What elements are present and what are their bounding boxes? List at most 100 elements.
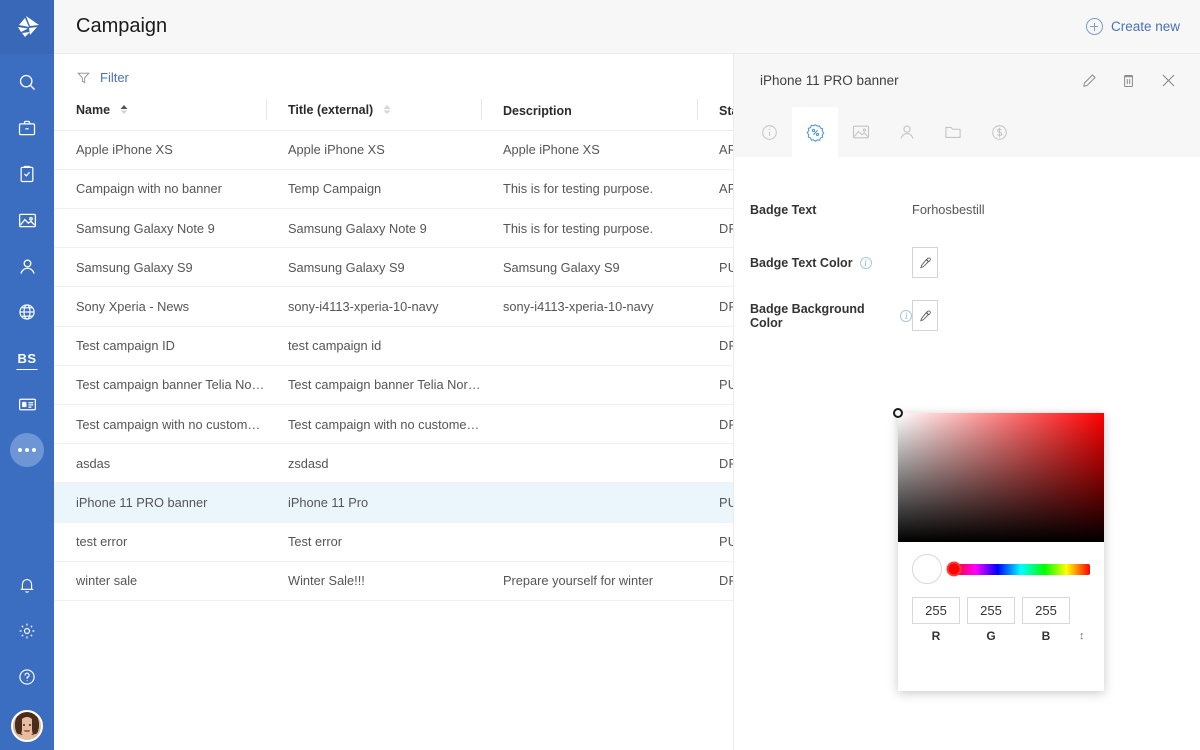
blue-input[interactable]: 255 — [1022, 597, 1070, 624]
campaign-name: Campaign with no banner — [54, 169, 266, 210]
campaign-title: Samsung Galaxy Note 9 — [266, 208, 481, 249]
column-header-description[interactable]: Description — [481, 97, 697, 131]
field-label-text: Badge Text Color — [750, 255, 853, 270]
tab-audience[interactable] — [884, 107, 930, 157]
dot — [18, 448, 22, 452]
saturation-value-cursor[interactable] — [893, 408, 903, 418]
sidebar-item-notifications[interactable] — [0, 562, 54, 608]
campaign-name: Samsung Galaxy S9 — [54, 247, 266, 288]
pencil-icon — [1083, 74, 1096, 87]
delete-button[interactable] — [1120, 72, 1137, 89]
campaign-name: asdas — [54, 443, 266, 484]
tab-files[interactable] — [930, 107, 976, 157]
tab-pricing[interactable] — [976, 107, 1022, 157]
column-label: Name — [76, 103, 111, 117]
sort-asc-icon — [120, 104, 128, 118]
campaign-title: Test error — [266, 522, 481, 562]
campaign-description: Prepare yourself for winter — [481, 561, 697, 601]
detail-panel: iPhone 11 PRO banner Badge Text Forhosbe… — [733, 54, 1200, 750]
green-input[interactable]: 255 — [967, 597, 1015, 624]
detail-panel-header: iPhone 11 PRO banner — [734, 54, 1200, 107]
campaign-name: Test campaign banner Telia Norway — [54, 365, 266, 406]
campaign-description — [481, 326, 697, 366]
sidebar-item-products[interactable] — [0, 105, 54, 151]
tab-badge[interactable] — [792, 107, 838, 157]
sidebar-item-customers[interactable] — [0, 243, 54, 289]
campaign-title: zsdasd — [266, 443, 481, 484]
funnel-icon[interactable] — [76, 70, 91, 85]
preview-and-hue-row — [912, 554, 1090, 584]
campaign-name: iPhone 11 PRO banner — [54, 482, 266, 523]
field-badge-text: Badge Text Forhosbestill — [734, 183, 1200, 236]
dot — [32, 448, 36, 452]
field-badge-background-color: Badge Background Color i — [734, 289, 1200, 342]
sidebar-item-settings[interactable] — [0, 608, 54, 654]
sidebar-item-web[interactable] — [0, 289, 54, 335]
green-label: G — [986, 629, 996, 643]
filter-button[interactable]: Filter — [100, 70, 129, 85]
column-label: Title (external) — [288, 103, 374, 117]
rgb-labels-row: R G B ↕ — [912, 629, 1090, 643]
clipboard-check-icon — [20, 165, 34, 183]
sidebar-item-media[interactable] — [0, 197, 54, 243]
sidebar-item-bs[interactable]: BS — [0, 335, 54, 381]
campaign-description — [481, 365, 697, 406]
campaign-description: sony-i4113-xperia-10-navy — [481, 286, 697, 327]
campaign-name: test error — [54, 522, 266, 562]
badge-percent-icon — [806, 123, 824, 142]
tab-images[interactable] — [838, 107, 884, 157]
badge-background-color-picker-button[interactable] — [912, 300, 938, 331]
plus-circle-icon — [1085, 18, 1103, 35]
gear-icon — [19, 623, 35, 639]
sidebar-item-more[interactable] — [0, 427, 54, 473]
campaign-name: Sony Xperia - News — [54, 286, 266, 327]
column-header-title[interactable]: Title (external) — [266, 97, 481, 131]
app-logo[interactable] — [0, 0, 54, 54]
search-icon — [19, 74, 35, 90]
close-button[interactable] — [1159, 71, 1178, 90]
sidebar-item-banners[interactable] — [0, 381, 54, 427]
hue-slider-knob[interactable] — [946, 561, 962, 577]
create-new-button[interactable]: Create new — [1085, 18, 1180, 35]
red-label: R — [931, 629, 941, 643]
saturation-value-area[interactable] — [893, 408, 1104, 542]
info-icon[interactable]: i — [900, 309, 912, 322]
hue-slider[interactable] — [946, 561, 1090, 577]
campaign-description: This is for testing purpose. — [481, 208, 697, 249]
user-icon — [900, 125, 914, 139]
campaign-description — [481, 522, 697, 562]
campaign-description — [481, 404, 697, 445]
close-icon — [1162, 74, 1175, 87]
edit-button[interactable] — [1081, 72, 1098, 89]
field-badge-text-color: Badge Text Color i — [734, 236, 1200, 289]
campaign-title: Test campaign with no customer gr... — [266, 404, 481, 445]
origami-bird-logo-icon — [18, 16, 39, 37]
color-preview-swatch — [912, 554, 942, 584]
badge-text-value[interactable]: Forhosbestill — [912, 202, 985, 217]
user-icon — [19, 258, 35, 274]
info-icon[interactable]: i — [859, 256, 872, 269]
spinner-updown-icon[interactable]: ↕ — [1079, 631, 1085, 642]
badge-text-color-picker-button[interactable] — [912, 247, 938, 278]
campaign-title: Samsung Galaxy S9 — [266, 247, 481, 288]
campaign-description: Apple iPhone XS — [481, 130, 697, 170]
bell-icon — [20, 579, 34, 593]
avatar-hair-right — [32, 716, 39, 734]
sidebar-item-help[interactable] — [0, 654, 54, 700]
campaign-title: Winter Sale!!! — [266, 561, 481, 601]
campaign-title: sony-i4113-xperia-10-navy — [266, 286, 481, 327]
color-picker-popover[interactable]: 255 255 255 R G B ↕ — [893, 408, 1104, 691]
campaign-title: iPhone 11 Pro — [266, 482, 481, 523]
sidebar-item-search[interactable] — [0, 59, 54, 105]
image-icon — [18, 213, 36, 227]
red-input[interactable]: 255 — [912, 597, 960, 624]
tab-info[interactable] — [746, 107, 792, 157]
field-label: Badge Background Color i — [750, 302, 912, 330]
column-header-name[interactable]: Name — [54, 97, 266, 131]
campaign-name: Test campaign with no customer g... — [54, 404, 266, 445]
avatar[interactable] — [11, 710, 43, 742]
campaign-name: Apple iPhone XS — [54, 130, 266, 170]
eyedropper-icon — [920, 257, 931, 268]
sidebar-item-tasks[interactable] — [0, 151, 54, 197]
field-label: Badge Text — [750, 203, 912, 217]
